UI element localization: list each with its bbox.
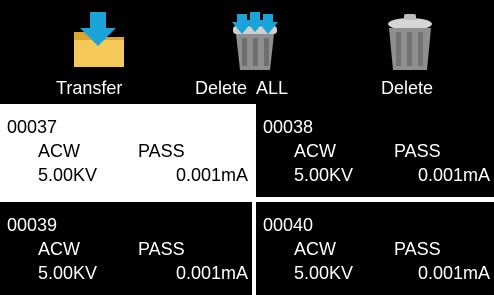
folder-download-icon bbox=[70, 12, 128, 75]
record-voltage: 5.00KV bbox=[38, 263, 98, 283]
trash-all-icon bbox=[225, 12, 285, 77]
record-result: PASS bbox=[138, 239, 185, 259]
record-card[interactable]: 00039 ACW PASS 5.00KV 0.001mA bbox=[0, 202, 252, 295]
record-card[interactable]: 00040 ACW PASS 5.00KV 0.001mA bbox=[256, 202, 494, 295]
delete-button[interactable]: Delete bbox=[370, 0, 480, 104]
record-mode: ACW bbox=[294, 141, 336, 161]
record-card[interactable]: 00038 ACW PASS 5.00KV 0.001mA bbox=[256, 104, 494, 197]
delete-label: Delete bbox=[381, 78, 434, 98]
record-voltage: 5.00KV bbox=[294, 263, 354, 283]
record-card[interactable]: 00037 ACW PASS 5.00KV 0.001mA bbox=[0, 104, 252, 197]
record-current: 0.001mA bbox=[175, 165, 248, 185]
record-voltage: 5.00KV bbox=[294, 165, 354, 185]
trash-icon bbox=[384, 12, 436, 77]
record-current: 0.001mA bbox=[417, 263, 490, 283]
toolbar: Transfer Delete ALL Delete bbox=[0, 0, 494, 104]
delete-all-label: Delete ALL bbox=[195, 78, 289, 98]
transfer-label: Transfer bbox=[56, 78, 123, 98]
record-voltage: 5.00KV bbox=[38, 165, 98, 185]
record-mode: ACW bbox=[294, 239, 336, 259]
record-id: 00039 bbox=[7, 215, 58, 235]
record-result: PASS bbox=[138, 141, 185, 161]
record-id: 00040 bbox=[263, 215, 314, 235]
record-current: 0.001mA bbox=[175, 263, 248, 283]
transfer-button[interactable]: Transfer bbox=[40, 0, 160, 104]
record-result: PASS bbox=[394, 141, 441, 161]
record-result: PASS bbox=[394, 239, 441, 259]
record-id: 00037 bbox=[7, 117, 58, 137]
record-current: 0.001mA bbox=[417, 165, 490, 185]
records-grid: 00037 ACW PASS 5.00KV 0.001mA 00038 ACW … bbox=[0, 104, 494, 295]
delete-all-button[interactable]: Delete ALL bbox=[185, 0, 325, 104]
record-id: 00038 bbox=[263, 117, 314, 137]
record-mode: ACW bbox=[38, 239, 80, 259]
record-mode: ACW bbox=[38, 141, 80, 161]
